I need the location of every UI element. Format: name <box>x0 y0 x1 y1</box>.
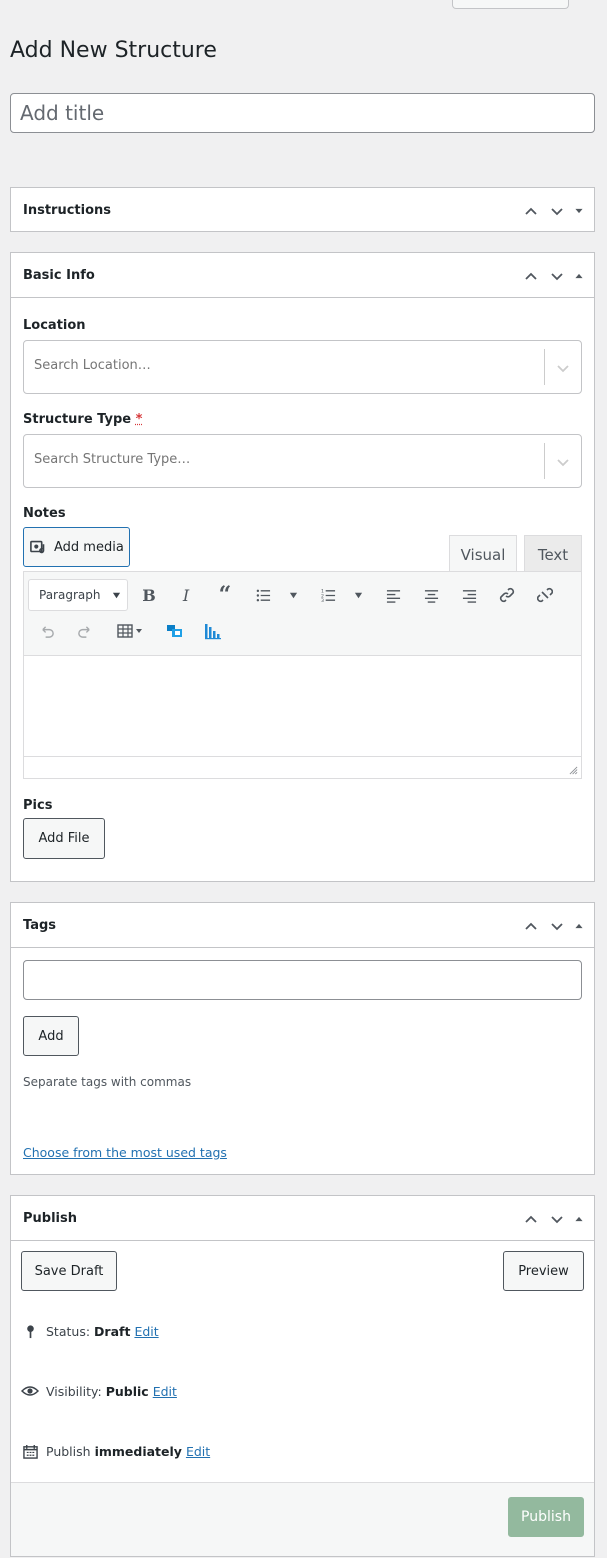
visibility-row: Visibility: Public Edit <box>21 1382 177 1400</box>
bullet-list-icon[interactable] <box>248 580 278 610</box>
tags-title: Tags <box>23 917 57 933</box>
instructions-title: Instructions <box>23 203 112 218</box>
structure-type-label-text: Structure Type <box>23 412 132 427</box>
notes-label: Notes <box>23 506 66 521</box>
tags-input[interactable] <box>23 960 582 1000</box>
toggle-panel-icon[interactable] <box>570 196 588 226</box>
basic-info-title: Basic Info <box>23 267 95 283</box>
add-tag-button[interactable]: Add <box>23 1016 79 1056</box>
link-icon[interactable] <box>492 580 522 610</box>
screen-options-tab[interactable] <box>452 0 569 9</box>
basic-info-box: Basic Info Location Search Location… Str… <box>10 252 595 882</box>
basic-info-header[interactable]: Basic Info <box>11 253 594 298</box>
structure-type-label: Structure Type * <box>23 412 142 427</box>
move-down-icon[interactable] <box>544 196 570 226</box>
move-up-icon[interactable] <box>518 196 544 226</box>
table-icon[interactable] <box>112 616 148 646</box>
instructions-box: Instructions <box>10 187 595 232</box>
calendar-icon <box>21 1442 39 1460</box>
publish-time-label: Publish <box>46 1443 91 1459</box>
location-label: Location <box>23 318 86 333</box>
pin-icon <box>21 1322 39 1340</box>
move-down-icon[interactable] <box>544 1204 570 1234</box>
visibility-label: Visibility: <box>46 1383 102 1399</box>
visibility-edit-link[interactable]: Edit <box>153 1384 177 1399</box>
tab-text[interactable]: Text <box>524 535 582 574</box>
status-label: Status: <box>46 1323 91 1339</box>
publish-time-row: Publish immediately Edit <box>21 1442 210 1460</box>
caret-down-icon <box>112 592 121 599</box>
redo-icon[interactable] <box>69 616 99 646</box>
structure-type-placeholder: Search Structure Type… <box>34 452 191 467</box>
tags-box: Tags Add Separate tags with commas Choos… <box>10 902 595 1175</box>
most-used-tags-link[interactable]: Choose from the most used tags <box>23 1145 227 1160</box>
move-up-icon[interactable] <box>518 911 544 941</box>
publish-title: Publish <box>23 1210 77 1226</box>
add-media-label: Add media <box>54 539 124 555</box>
format-select-value: Paragraph <box>39 588 101 602</box>
pics-label: Pics <box>23 798 53 813</box>
location-select[interactable]: Search Location… <box>23 340 582 394</box>
numbered-list-icon[interactable]: 123 <box>313 580 343 610</box>
visibility-value: Public <box>105 1383 149 1399</box>
status-value: Draft <box>94 1323 131 1339</box>
publish-actions: Publish <box>11 1482 594 1556</box>
move-up-icon[interactable] <box>518 261 544 291</box>
media-icon <box>30 538 48 556</box>
editor-statusbar <box>24 756 581 778</box>
publish-button[interactable]: Publish <box>508 1497 584 1537</box>
plugin-chart-icon[interactable] <box>198 616 228 646</box>
instructions-header[interactable]: Instructions <box>11 188 594 233</box>
quote-icon[interactable]: “ <box>210 580 240 610</box>
undo-icon[interactable] <box>32 616 62 646</box>
notes-editor: Paragraph B I “ 123 <box>23 571 582 779</box>
align-right-icon[interactable] <box>454 580 484 610</box>
svg-text:3: 3 <box>321 598 324 603</box>
move-down-icon[interactable] <box>544 911 570 941</box>
editor-toolbar: Paragraph B I “ 123 <box>24 572 581 656</box>
unlink-icon[interactable] <box>530 580 560 610</box>
align-left-icon[interactable] <box>378 580 408 610</box>
publish-time-value: immediately <box>94 1443 182 1459</box>
page-title: Add New Structure <box>10 38 217 63</box>
chevron-down-icon[interactable] <box>553 452 573 472</box>
toggle-panel-icon[interactable] <box>570 911 588 941</box>
toggle-panel-icon[interactable] <box>570 261 588 291</box>
tags-header[interactable]: Tags <box>11 903 594 948</box>
eye-icon <box>21 1382 39 1400</box>
toggle-panel-icon[interactable] <box>570 1204 588 1234</box>
move-down-icon[interactable] <box>544 261 570 291</box>
required-marker: * <box>135 412 143 427</box>
publish-time-edit-link[interactable]: Edit <box>186 1444 210 1459</box>
title-input[interactable] <box>10 93 595 133</box>
plugin-blue-cube-icon[interactable] <box>160 616 190 646</box>
preview-button[interactable]: Preview <box>503 1251 584 1291</box>
select-separator <box>544 349 545 385</box>
bold-icon[interactable]: B <box>134 580 164 610</box>
add-file-button[interactable]: Add File <box>23 818 105 859</box>
resize-handle-icon[interactable] <box>569 766 578 775</box>
status-row: Status: Draft Edit <box>21 1322 159 1340</box>
italic-icon[interactable]: I <box>171 580 201 610</box>
status-edit-link[interactable]: Edit <box>134 1324 158 1339</box>
location-placeholder: Search Location… <box>34 358 151 373</box>
bullet-list-dropdown-icon[interactable] <box>280 580 306 610</box>
publish-header[interactable]: Publish <box>11 1196 594 1241</box>
tab-visual[interactable]: Visual <box>449 535 517 574</box>
align-center-icon[interactable] <box>416 580 446 610</box>
format-select[interactable]: Paragraph <box>28 579 128 611</box>
publish-box: Publish Save Draft Preview Status: Draft… <box>10 1195 595 1557</box>
tags-hint: Separate tags with commas <box>23 1075 192 1089</box>
structure-type-select[interactable]: Search Structure Type… <box>23 434 582 488</box>
numbered-list-dropdown-icon[interactable] <box>345 580 371 610</box>
add-media-button[interactable]: Add media <box>23 527 130 567</box>
chevron-down-icon[interactable] <box>553 358 573 378</box>
editor-content-area[interactable] <box>24 656 581 756</box>
move-up-icon[interactable] <box>518 1204 544 1234</box>
select-separator <box>544 443 545 479</box>
save-draft-button[interactable]: Save Draft <box>21 1251 117 1291</box>
